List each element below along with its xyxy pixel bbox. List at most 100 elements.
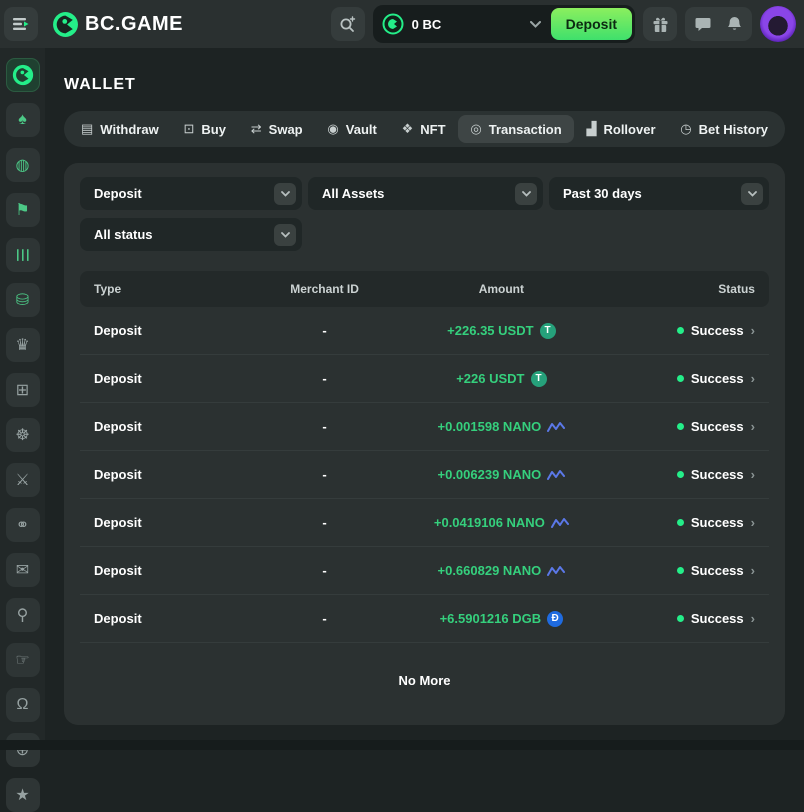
table-row[interactable]: Deposit-+0.006239 NANOSuccess› xyxy=(80,451,769,499)
tx-merchant-id: - xyxy=(248,515,402,530)
status-filter-dropdown[interactable]: All status xyxy=(80,218,302,251)
tx-amount: +226 USDTT xyxy=(401,371,601,387)
gift-button[interactable] xyxy=(643,7,677,41)
tab-label: Rollover xyxy=(603,122,655,137)
tab-rollover[interactable]: ▟Rollover xyxy=(574,115,667,143)
nano-coin-icon xyxy=(551,517,569,529)
brand-logo[interactable]: BC.GAME xyxy=(52,11,183,38)
tx-type: Deposit xyxy=(94,323,248,338)
transaction-icon: ◎ xyxy=(470,121,481,137)
tab-transaction[interactable]: ◎Transaction xyxy=(458,115,573,143)
nano-coin-icon xyxy=(547,469,565,481)
tab-buy[interactable]: ⊡Buy xyxy=(171,115,237,143)
tx-status: Success› xyxy=(601,419,755,434)
tab-bet-history[interactable]: ◷Bet History xyxy=(668,115,780,143)
sidebar-item-lottery[interactable]: ⛁ xyxy=(6,283,40,317)
assets-filter-dropdown[interactable]: All Assets xyxy=(308,177,543,210)
search-button[interactable] xyxy=(331,7,365,41)
sidebar-item-racing[interactable]: ⚑ xyxy=(6,193,40,227)
type-filter-value: Deposit xyxy=(94,186,142,201)
menu-button[interactable] xyxy=(4,7,38,41)
bonus-gift-icon: ⊞ xyxy=(16,380,29,400)
sidebar-item-casino[interactable]: ♠ xyxy=(6,103,40,137)
left-sidebar: ♠◍⚑☰⛁♛⊞☸⚔⚭✉⚲☞Ω⊕★ xyxy=(0,48,45,750)
usdt-coin-icon: T xyxy=(540,323,556,339)
wallet-tabbar: ▤Withdraw⊡Buy⇄Swap◉Vault❖NFT◎Transaction… xyxy=(64,111,785,147)
tx-type: Deposit xyxy=(94,419,248,434)
tx-amount: +226.35 USDTT xyxy=(401,323,601,339)
status-label: Success xyxy=(691,611,744,626)
tx-status: Success› xyxy=(601,563,755,578)
tx-type: Deposit xyxy=(94,371,248,386)
tx-merchant-id: - xyxy=(248,371,402,386)
notifications-button[interactable] xyxy=(727,16,742,32)
forum-chat-icon: ✉ xyxy=(16,560,29,580)
period-filter-value: Past 30 days xyxy=(563,186,642,201)
bell-icon xyxy=(727,16,742,32)
usdt-coin-icon: T xyxy=(531,371,547,387)
tx-status: Success› xyxy=(601,371,755,386)
tab-nft[interactable]: ❖NFT xyxy=(390,115,458,143)
dgb-coin-icon: Ð xyxy=(547,611,563,627)
sidebar-item-bonus[interactable]: ⊞ xyxy=(6,373,40,407)
chevron-down-icon xyxy=(530,21,541,28)
tab-swap[interactable]: ⇄Swap xyxy=(239,115,315,143)
table-row[interactable]: Deposit-+226 USDTTSuccess› xyxy=(80,355,769,403)
chat-button[interactable] xyxy=(695,16,711,32)
nano-coin-icon xyxy=(547,565,565,577)
column-status: Status xyxy=(601,282,755,296)
sidebar-item-language[interactable]: ⊕ xyxy=(6,733,40,767)
success-dot-icon xyxy=(677,615,684,622)
table-header: Type Merchant ID Amount Status xyxy=(80,271,769,307)
success-dot-icon xyxy=(677,567,684,574)
sidebar-item-lookup[interactable]: ⚲ xyxy=(6,598,40,632)
sidebar-item-affiliate[interactable]: ⚭ xyxy=(6,508,40,542)
success-dot-icon xyxy=(677,423,684,430)
amount-text: +0.0419106 NANO xyxy=(434,515,545,530)
assets-filter-value: All Assets xyxy=(322,186,384,201)
chevron-right-icon: › xyxy=(751,563,755,578)
success-dot-icon xyxy=(677,519,684,526)
period-filter-dropdown[interactable]: Past 30 days xyxy=(549,177,769,210)
sidebar-item-forum[interactable]: ✉ xyxy=(6,553,40,587)
sidebar-item-favorites[interactable]: ★ xyxy=(6,778,40,812)
rewards-hand-icon: ☞ xyxy=(15,650,29,670)
table-row[interactable]: Deposit-+226.35 USDTTSuccess› xyxy=(80,307,769,355)
deposit-button[interactable]: Deposit xyxy=(551,8,632,40)
table-row[interactable]: Deposit- +0.0419106 NANO Success› xyxy=(80,499,769,547)
status-label: Success xyxy=(691,323,744,338)
chevron-right-icon: › xyxy=(751,323,755,338)
support-headset-icon: Ω xyxy=(17,696,29,714)
tx-type: Deposit xyxy=(94,515,248,530)
tab-label: NFT xyxy=(420,122,445,137)
amount-text: +0.006239 NANO xyxy=(438,467,542,482)
table-row[interactable]: Deposit-+0.001598 NANOSuccess› xyxy=(80,403,769,451)
sidebar-item-spin[interactable]: ☸ xyxy=(6,418,40,452)
sidebar-item-rewards[interactable]: ☞ xyxy=(6,643,40,677)
tx-status: Success› xyxy=(601,515,755,530)
sports-ball-icon: ◍ xyxy=(16,155,30,175)
tab-withdraw[interactable]: ▤Withdraw xyxy=(69,115,171,143)
sidebar-item-home[interactable] xyxy=(6,58,40,92)
success-dot-icon xyxy=(677,327,684,334)
sidebar-item-vip[interactable]: ♛ xyxy=(6,328,40,362)
tx-amount: +0.006239 NANO xyxy=(401,467,601,482)
table-row[interactable]: Deposit-+6.5901216 DGBÐSuccess› xyxy=(80,595,769,643)
sidebar-item-battle[interactable]: ⚔ xyxy=(6,463,40,497)
user-avatar[interactable] xyxy=(760,6,796,42)
bc-logo-icon xyxy=(11,63,35,87)
tab-vault[interactable]: ◉Vault xyxy=(315,115,388,143)
table-body: Deposit-+226.35 USDTTSuccess›Deposit-+22… xyxy=(80,307,769,643)
page-title: WALLET xyxy=(64,76,785,94)
table-row[interactable]: Deposit-+0.660829 NANOSuccess› xyxy=(80,547,769,595)
sidebar-item-trading[interactable]: ☰ xyxy=(6,238,40,272)
column-amount: Amount xyxy=(401,282,601,296)
withdraw-icon: ▤ xyxy=(81,121,93,137)
sidebar-item-support[interactable]: Ω xyxy=(6,688,40,722)
hamburger-icon xyxy=(13,17,29,31)
sidebar-item-sports[interactable]: ◍ xyxy=(6,148,40,182)
search-icon xyxy=(339,16,356,33)
tx-merchant-id: - xyxy=(248,563,402,578)
type-filter-dropdown[interactable]: Deposit xyxy=(80,177,302,210)
balance-selector[interactable]: 0 BC Deposit xyxy=(373,5,635,43)
